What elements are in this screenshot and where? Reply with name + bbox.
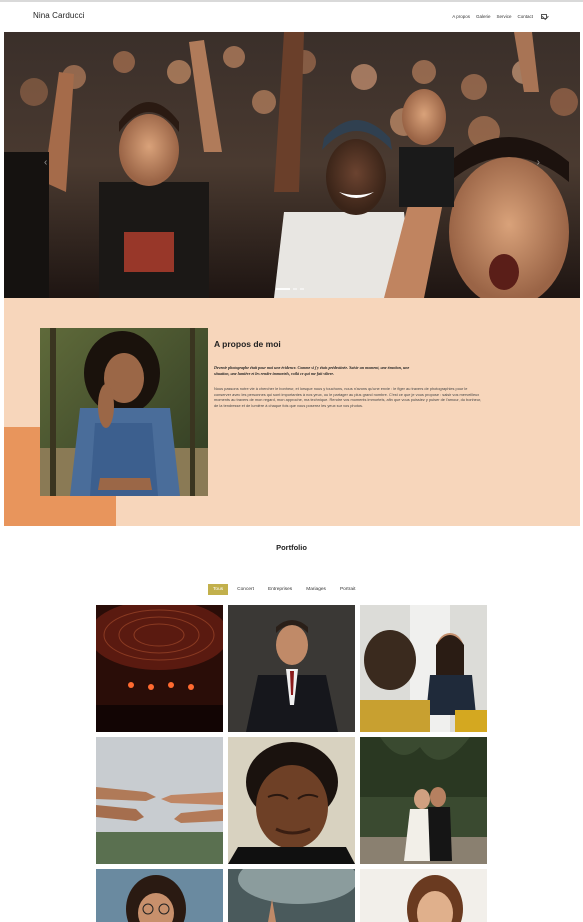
filter-entreprises[interactable]: Entreprises xyxy=(263,584,297,595)
gallery-image-businessman[interactable] xyxy=(228,605,355,732)
carousel-indicator-3[interactable] xyxy=(300,288,304,290)
hero-carousel[interactable]: ‹ › xyxy=(4,32,580,298)
hero-image xyxy=(4,32,580,298)
nav-item-a-propos[interactable]: A propos xyxy=(452,14,470,19)
gallery-image-hands[interactable] xyxy=(96,737,223,864)
filter-mariages[interactable]: Mariages xyxy=(301,584,331,595)
site-logo[interactable]: Nina Carducci xyxy=(33,11,85,20)
chevron-right-icon[interactable]: › xyxy=(537,157,540,168)
gallery-image-concert-hands[interactable] xyxy=(228,869,355,922)
gallery-image-concert-stage[interactable] xyxy=(96,605,223,732)
gallery-image-meeting[interactable] xyxy=(360,605,487,732)
gallery-image-woman-glasses[interactable] xyxy=(96,869,223,922)
instagram-icon[interactable] xyxy=(541,14,547,19)
chevron-left-icon[interactable]: ‹ xyxy=(44,157,47,168)
filter-concert[interactable]: Concert xyxy=(232,584,259,595)
portfolio-filters: Tous Concert Entreprises Mariages Portra… xyxy=(208,584,360,595)
about-title: A propos de moi xyxy=(214,339,281,349)
carousel-indicator-2[interactable] xyxy=(293,288,297,290)
header: Nina Carducci A propos Galerie Service C… xyxy=(0,2,583,32)
about-body: Nous passons notre vie à chercher le bon… xyxy=(214,386,482,408)
portfolio-title: Portfolio xyxy=(276,543,307,552)
nav-item-service[interactable]: Service xyxy=(496,14,511,19)
filter-portrait[interactable]: Portrait xyxy=(335,584,360,595)
carousel-indicators xyxy=(276,288,304,290)
gallery-image-smiling-woman[interactable] xyxy=(360,869,487,922)
gallery-image-portrait-man[interactable] xyxy=(228,737,355,864)
main-nav: A propos Galerie Service Contact xyxy=(452,14,547,19)
gallery-image-wedding[interactable] xyxy=(360,737,487,864)
filter-tous[interactable]: Tous xyxy=(208,584,229,595)
page: Nina Carducci A propos Galerie Service C… xyxy=(0,0,583,922)
about-section: A propos de moi Devenir photographe étai… xyxy=(4,298,580,526)
about-portrait xyxy=(40,328,208,496)
about-lead: Devenir photographe était pour moi une é… xyxy=(214,365,410,376)
carousel-indicator-1[interactable] xyxy=(276,288,290,290)
nav-item-contact[interactable]: Contact xyxy=(517,14,533,19)
nav-item-galerie[interactable]: Galerie xyxy=(476,14,491,19)
